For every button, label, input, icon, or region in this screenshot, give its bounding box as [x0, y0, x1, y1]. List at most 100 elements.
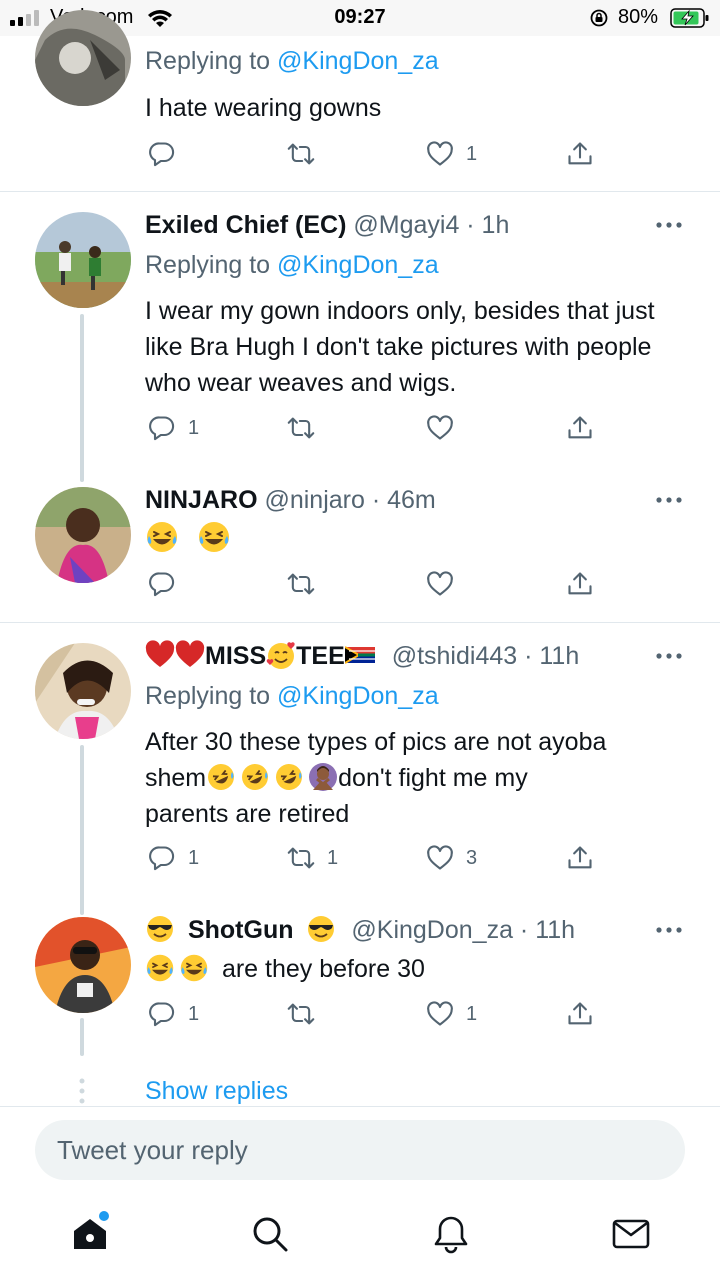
heart-icon	[427, 845, 453, 870]
retweet-icon	[287, 1003, 315, 1025]
red-heart-icon	[145, 640, 175, 670]
heart-icon	[427, 141, 453, 166]
share-icon	[568, 416, 592, 439]
mention-link[interactable]: @KingDon_za	[277, 47, 439, 75]
share-button[interactable]	[566, 412, 594, 444]
battery-charging-icon	[670, 8, 709, 28]
notifications-icon	[434, 1216, 468, 1254]
bottom-tab-bar	[0, 1196, 720, 1280]
display-name[interactable]: NINJARO	[145, 486, 258, 514]
display-name-suffix[interactable]: TEE	[296, 642, 345, 670]
show-replies-link[interactable]: Show replies	[145, 1074, 288, 1108]
laughing-tears-emoji-icon	[145, 953, 175, 983]
reply-icon	[149, 416, 175, 441]
search-icon	[253, 1217, 288, 1252]
like-button[interactable]	[426, 568, 466, 600]
retweet-icon	[287, 573, 315, 595]
avatar[interactable]	[35, 487, 131, 583]
handle-time: @KingDon_za · 11h	[351, 916, 576, 944]
like-button[interactable]: 1	[426, 138, 477, 170]
tweet-header: MISS TEE @tshidi443 · 11h	[145, 639, 579, 673]
mention-link[interactable]: @KingDon_za	[277, 682, 439, 710]
retweet-icon	[287, 417, 315, 439]
more-replies-dots-icon	[79, 1078, 85, 1104]
reply-icon	[149, 1002, 175, 1027]
more-options-icon[interactable]	[654, 495, 684, 505]
retweet-button[interactable]: 1	[287, 842, 338, 874]
avatar[interactable]	[35, 917, 131, 1013]
reply-button[interactable]	[148, 138, 188, 170]
share-icon	[568, 142, 592, 165]
reply-button[interactable]: 1	[148, 412, 199, 444]
like-count: 1	[466, 142, 478, 165]
like-button[interactable]	[426, 412, 466, 444]
display-name[interactable]: Exiled Chief (EC)	[145, 211, 346, 239]
replying-to: Replying to @KingDon_za	[145, 44, 439, 78]
replying-to: Replying to @KingDon_za	[145, 248, 439, 282]
tweet-text-fragment: don't fight me my	[338, 764, 528, 792]
more-options-icon[interactable]	[654, 925, 684, 935]
retweet-count: 1	[327, 846, 339, 869]
reply-icon	[149, 142, 175, 167]
tweet-text-fragment: shem	[145, 764, 207, 792]
like-button[interactable]: 1	[426, 998, 477, 1030]
handle-time: @Mgayi4 · 1h	[353, 211, 510, 239]
tweet-text-line: parents are retired	[145, 800, 350, 828]
tweet-text-line: shem don't fight me my	[145, 760, 705, 796]
reply-icon	[149, 572, 175, 597]
reply-count: 1	[188, 846, 200, 869]
home-unread-dot	[99, 1211, 109, 1221]
handle-time: @tshidi443 · 11h	[391, 642, 580, 670]
display-name[interactable]: MISS	[205, 642, 266, 670]
person-gesturing-no-emoji-icon	[308, 762, 338, 792]
thread-line	[80, 745, 84, 915]
reply-button[interactable]: 1	[148, 998, 199, 1030]
like-count: 1	[466, 1002, 478, 1025]
reply-count: 1	[188, 1002, 200, 1025]
retweet-button[interactable]	[287, 138, 327, 170]
avatar[interactable]	[35, 643, 131, 739]
tweet-text: I hate wearing gowns	[145, 94, 382, 122]
retweet-button[interactable]	[287, 568, 327, 600]
south-africa-flag-icon	[344, 640, 375, 670]
share-button[interactable]	[566, 138, 594, 170]
laughing-tears-emoji-icon	[179, 953, 209, 983]
reply-button[interactable]	[148, 568, 188, 600]
reply-button[interactable]: 1	[148, 842, 199, 874]
tab-search[interactable]	[250, 1214, 290, 1254]
share-button[interactable]	[566, 568, 594, 600]
rofl-emoji-icon	[274, 762, 304, 792]
avatar[interactable]	[35, 212, 131, 308]
thread-line	[80, 314, 84, 482]
messages-icon	[612, 1219, 650, 1249]
replying-prefix: Replying to	[145, 47, 278, 75]
reply-count: 1	[188, 416, 200, 439]
avatar[interactable]	[35, 10, 131, 106]
share-button[interactable]	[566, 998, 594, 1030]
tweet-text: are they before 30	[145, 951, 690, 987]
share-button[interactable]	[566, 842, 594, 874]
replying-to: Replying to @KingDon_za	[145, 679, 439, 713]
mention-link[interactable]: @KingDon_za	[277, 251, 439, 279]
more-options-icon[interactable]	[654, 220, 684, 230]
rofl-emoji-icon	[206, 762, 236, 792]
retweet-button[interactable]	[287, 412, 327, 444]
laughing-tears-emoji-icon	[147, 522, 177, 552]
retweet-icon	[287, 143, 315, 165]
like-button[interactable]: 3	[426, 842, 477, 874]
heart-icon	[427, 571, 453, 596]
tweet-text: I wear my gown indoors only, besides tha…	[145, 297, 655, 397]
divider	[0, 191, 720, 192]
tab-notifications[interactable]	[431, 1214, 471, 1254]
display-name[interactable]: ShotGun	[188, 916, 294, 944]
tweet-text-fragment: are they before 30	[221, 955, 425, 983]
tab-messages[interactable]	[611, 1214, 651, 1254]
tweet-text-line: After 30 these types of pics are not ayo…	[145, 728, 607, 756]
divider	[0, 622, 720, 623]
share-icon	[568, 846, 592, 869]
handle-time: @ninjaro · 46m	[264, 486, 436, 514]
reply-input[interactable]	[35, 1120, 685, 1180]
retweet-button[interactable]	[287, 998, 327, 1030]
more-options-icon[interactable]	[654, 651, 684, 661]
reply-composer[interactable]	[35, 1120, 685, 1180]
